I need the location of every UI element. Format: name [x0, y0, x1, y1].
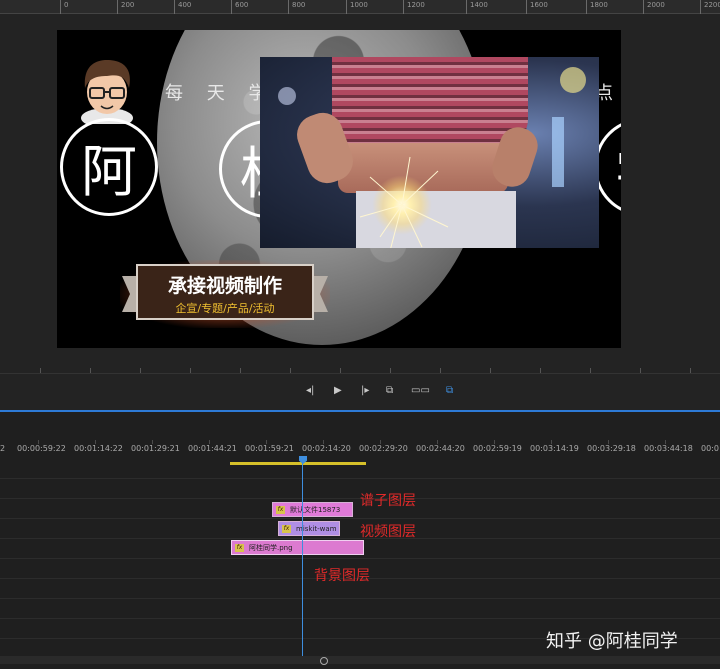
ruler-tick: 800 — [288, 0, 305, 14]
clip-label: 默认文件15873 — [290, 505, 341, 514]
timecode: 00:01:44:21 — [188, 444, 237, 453]
overwrite-icon[interactable]: ▭▭ — [411, 386, 430, 396]
timecode: 00:02:14:20 — [302, 444, 351, 453]
banner-plate: 承接视频制作 企宣/专题/产品/活动 — [136, 264, 314, 320]
step-forward-icon[interactable]: |▸ — [361, 386, 369, 396]
play-icon[interactable]: ▶ — [334, 386, 342, 396]
ruler-tick: 400 — [174, 0, 191, 14]
fx-badge-icon: fx — [235, 543, 244, 552]
banner-subtitle: 企宣/专题/产品/活动 — [175, 302, 275, 315]
bokeh-light — [552, 117, 564, 187]
ruler-tick: 1000 — [346, 0, 368, 14]
timecode: 00:01:29:21 — [131, 444, 180, 453]
clip-default-file[interactable]: fx 默认文件15873 — [272, 502, 353, 517]
timecode: 00:01:59:21 — [245, 444, 294, 453]
insert-icon[interactable]: ⧉ — [386, 386, 393, 396]
ruler-tick: 1200 — [403, 0, 425, 14]
monitor-time-ruler[interactable] — [0, 356, 720, 374]
preview-canvas[interactable]: 每 天 学 点 阿 桂 学 — [57, 30, 621, 348]
banner-title: 承接视频制作 — [167, 275, 282, 297]
timecode: 00:03:14:19 — [530, 444, 579, 453]
annotation-layer-b: 视频图层 — [360, 524, 416, 540]
ruler-tick: 0 — [60, 0, 68, 14]
timecode: 00:03:29:18 — [587, 444, 636, 453]
timecode: 00:0 — [701, 444, 719, 453]
ruler-tick: 2200 — [700, 0, 720, 14]
timeline-ruler[interactable] — [0, 430, 720, 444]
annotation-layer-c: 背景图层 — [314, 568, 370, 584]
step-back-icon[interactable]: ◂| — [306, 386, 314, 396]
work-area-bar[interactable] — [230, 462, 366, 465]
timeline-scrollbar[interactable] — [0, 656, 720, 664]
timecode: 00:02:29:20 — [359, 444, 408, 453]
timecode: 00:02:59:19 — [473, 444, 522, 453]
timecode: 2 — [0, 444, 6, 453]
track-divider — [0, 598, 720, 599]
playhead-line[interactable] — [302, 462, 303, 657]
avatar — [75, 56, 139, 128]
headline-text: 每 天 学 — [165, 83, 276, 104]
top-ruler: 0 200 400 600 800 1000 1200 1400 1600 18… — [0, 0, 720, 14]
clip-miskit[interactable]: fx miskit-wam — [278, 521, 340, 536]
timecode-row: 2 00:00:59:22 00:01:14:22 00:01:29:21 00… — [0, 444, 720, 458]
timecode: 00:03:44:18 — [644, 444, 693, 453]
export-frame-icon[interactable]: ⧉ — [446, 386, 453, 396]
track-divider — [0, 618, 720, 619]
fx-badge-icon: fx — [282, 524, 291, 533]
track-divider — [0, 558, 720, 559]
program-monitor: 每 天 学 点 阿 桂 学 — [0, 14, 720, 369]
banner-graphic: 承接视频制作 企宣/专题/产品/活动 — [120, 258, 330, 330]
ruler-tick: 2000 — [643, 0, 665, 14]
timecode: 00:02:44:20 — [416, 444, 465, 453]
watermark-text: 知乎 @阿桂同学 — [546, 631, 678, 652]
bokeh-light — [278, 87, 296, 105]
clip-background-png[interactable]: fx 阿桂同学.png — [231, 540, 364, 555]
video-overlay[interactable] — [260, 57, 599, 248]
ruler-tick: 600 — [231, 0, 248, 14]
track-divider — [0, 478, 720, 479]
timecode: 00:00:59:22 — [17, 444, 66, 453]
scroll-thumb[interactable] — [320, 657, 328, 665]
ruler-tick: 200 — [117, 0, 134, 14]
bokeh-light — [560, 67, 586, 93]
annotation-layer-a: 谱子图层 — [360, 493, 416, 509]
striped-shirt — [332, 57, 528, 149]
ruler-tick: 1400 — [466, 0, 488, 14]
ruler-tick: 1600 — [526, 0, 548, 14]
timecode: 00:01:14:22 — [74, 444, 123, 453]
transport-controls: ◂| ▶ |▸ ⧉ ▭▭ ⧉ — [0, 374, 720, 410]
clip-label: 阿桂同学.png — [249, 543, 293, 552]
track-divider — [0, 518, 720, 519]
circle-char: 阿 — [60, 118, 158, 216]
fx-badge-icon: fx — [276, 505, 285, 514]
sparkler-sparks — [359, 156, 449, 248]
ruler-tick: 1800 — [586, 0, 608, 14]
